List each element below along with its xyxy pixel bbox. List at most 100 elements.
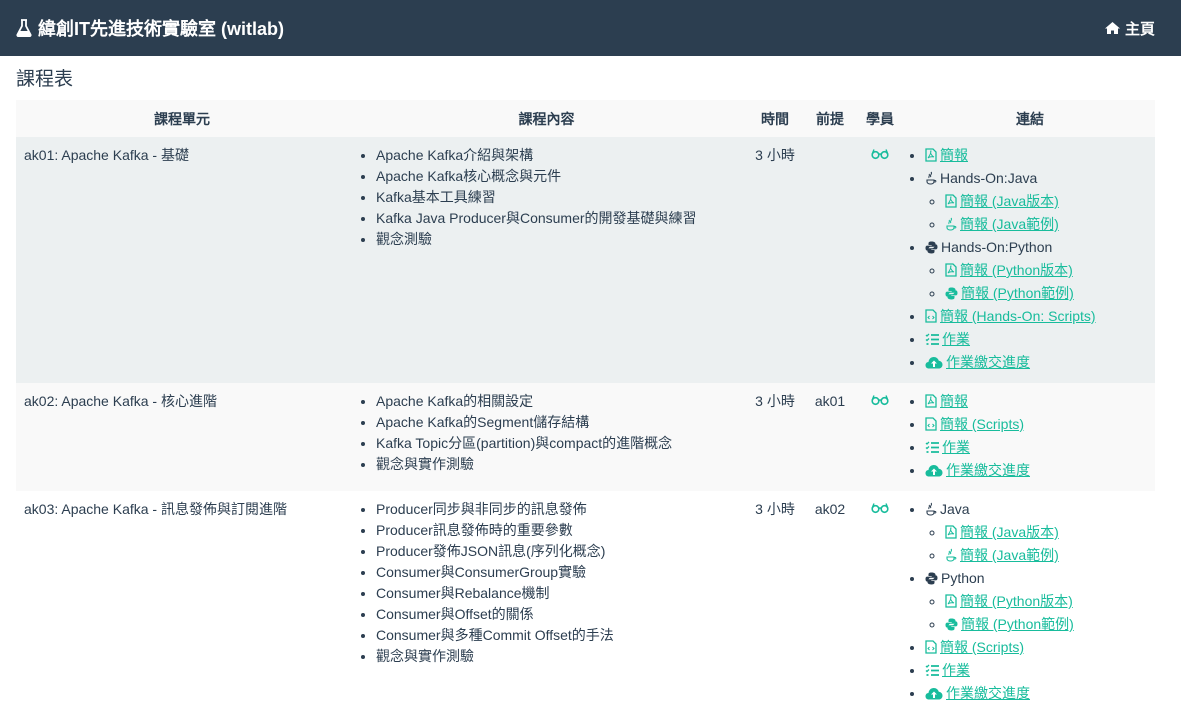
sub-link-item[interactable]: 簡報 (Java版本): [945, 191, 1147, 214]
main-content: 課程表 課程單元 課程內容 時間 前提 學員 連結 ak01: Apache K…: [0, 68, 1181, 714]
link[interactable]: 簡報 (Python範例): [945, 616, 1074, 632]
java-icon: [945, 547, 957, 568]
list-item: 觀念與實作測驗: [376, 646, 737, 667]
link-text: 作業繳交進度: [946, 685, 1030, 701]
link-item[interactable]: 作業繳交進度: [925, 352, 1147, 375]
course-content-cell: Apache Kafka介紹與架構Apache Kafka核心概念與元件Kafk…: [348, 137, 745, 383]
link[interactable]: 作業繳交進度: [925, 462, 1030, 478]
link-item[interactable]: 作業: [925, 660, 1147, 683]
link-group-label: Python: [941, 570, 985, 586]
link[interactable]: 簡報 (Java版本): [945, 193, 1059, 209]
link-item: Java 簡報 (Java版本) 簡報 (Java範例): [925, 499, 1147, 568]
link[interactable]: 簡報 (Python版本): [945, 593, 1073, 609]
link-item[interactable]: 簡報 (Scripts): [925, 414, 1147, 437]
pdf-icon: [925, 147, 937, 168]
link-text: 作業: [942, 439, 970, 455]
java-icon: [925, 501, 937, 522]
table-row: ak02: Apache Kafka - 核心進階 Apache Kafka的相關…: [16, 383, 1155, 491]
link-text: 簡報 (Python範例): [961, 616, 1074, 632]
list-item: 觀念與實作測驗: [376, 454, 737, 475]
home-link[interactable]: 主頁: [1104, 18, 1155, 39]
link-text: 簡報 (Java範例): [960, 547, 1059, 563]
link-text: 簡報 (Hands-On: Scripts): [940, 308, 1096, 324]
tasks-icon: [925, 439, 939, 460]
table-row: ak03: Apache Kafka - 訊息發佈與訂閱進階 Producer同步…: [16, 491, 1155, 714]
sub-links-list: 簡報 (Java版本) 簡報 (Java範例): [925, 522, 1147, 568]
link-text: 簡報 (Python版本): [960, 593, 1073, 609]
sub-link-item[interactable]: 簡報 (Java範例): [945, 545, 1147, 568]
link-item[interactable]: 簡報 (Scripts): [925, 637, 1147, 660]
flask-icon: [16, 19, 32, 37]
link[interactable]: 簡報: [925, 393, 968, 409]
cloud-upload-icon: [925, 354, 943, 375]
link[interactable]: 簡報 (Scripts): [925, 416, 1024, 432]
brand-link[interactable]: 緯創IT先進技術實驗室 (witlab): [16, 15, 284, 41]
sub-link-item[interactable]: 簡報 (Java版本): [945, 522, 1147, 545]
link[interactable]: 作業繳交進度: [925, 685, 1030, 701]
link[interactable]: 作業繳交進度: [925, 354, 1030, 370]
java-icon: [925, 170, 937, 191]
link[interactable]: 簡報 (Java版本): [945, 524, 1059, 540]
link-item: Hands-On:Java 簡報 (Java版本) 簡報 (Java範例): [925, 168, 1147, 237]
header-prereq: 前提: [816, 110, 844, 127]
sub-links-list: 簡報 (Java版本) 簡報 (Java範例): [925, 191, 1147, 237]
course-prereq: ak01: [814, 393, 846, 409]
content-list: Apache Kafka的相關設定Apache Kafka的Segment儲存結…: [356, 391, 737, 475]
glasses-icon[interactable]: [871, 501, 889, 517]
page-title: 課程表: [16, 69, 74, 90]
list-item: Producer同步與非同步的訊息發佈: [376, 499, 737, 520]
pdf-icon: [945, 524, 957, 545]
link[interactable]: 簡報 (Hands-On: Scripts): [925, 308, 1096, 324]
glasses-icon[interactable]: [871, 393, 889, 409]
link-item[interactable]: 簡報 (Hands-On: Scripts): [925, 306, 1147, 329]
links-list: 簡報 Hands-On:Java 簡報 (Java版本) 簡報 (Java範例)Han…: [905, 145, 1147, 375]
sub-link-item[interactable]: 簡報 (Python版本): [945, 591, 1147, 614]
navbar: 緯創IT先進技術實驗室 (witlab) 主頁: [0, 0, 1181, 56]
link[interactable]: 作業: [925, 439, 970, 455]
content-list: Producer同步與非同步的訊息發佈Producer訊息發佈時的重要參數Pro…: [356, 499, 737, 667]
list-item: Apache Kafka的相關設定: [376, 391, 737, 412]
list-item: Kafka基本工具練習: [376, 187, 737, 208]
student-cell: [855, 137, 905, 383]
course-unit-cell: ak01: Apache Kafka - 基礎: [16, 137, 348, 383]
list-item: Consumer與ConsumerGroup實驗: [376, 562, 737, 583]
link[interactable]: 簡報 (Python範例): [945, 285, 1074, 301]
link-item[interactable]: 作業: [925, 329, 1147, 352]
link-item[interactable]: 作業: [925, 437, 1147, 460]
course-time: 3 小時: [755, 147, 795, 163]
link-text: 作業: [942, 331, 970, 347]
sub-link-item[interactable]: 簡報 (Python範例): [945, 614, 1147, 637]
link-item[interactable]: 簡報: [925, 145, 1147, 168]
list-item: Consumer與Offset的關係: [376, 604, 737, 625]
link[interactable]: 簡報 (Scripts): [925, 639, 1024, 655]
course-unit-cell: ak02: Apache Kafka - 核心進階: [16, 383, 348, 491]
link[interactable]: 簡報: [925, 147, 968, 163]
link[interactable]: 作業: [925, 662, 970, 678]
link-item[interactable]: 作業繳交進度: [925, 683, 1147, 706]
link[interactable]: 簡報 (Python版本): [945, 262, 1073, 278]
link-item[interactable]: 作業繳交進度: [925, 460, 1147, 483]
course-content-cell: Apache Kafka的相關設定Apache Kafka的Segment儲存結…: [348, 383, 745, 491]
link[interactable]: 簡報 (Java範例): [945, 547, 1059, 563]
list-item: Consumer與Rebalance機制: [376, 583, 737, 604]
pdf-icon: [945, 193, 957, 214]
sub-link-item[interactable]: 簡報 (Java範例): [945, 214, 1147, 237]
code-file-icon: [925, 639, 937, 660]
list-item: Producer發佈JSON訊息(序列化概念): [376, 541, 737, 562]
sub-link-item[interactable]: 簡報 (Python版本): [945, 260, 1147, 283]
link[interactable]: 簡報 (Java範例): [945, 216, 1059, 232]
link[interactable]: 作業: [925, 331, 970, 347]
course-table: 課程單元 課程內容 時間 前提 學員 連結 ak01: Apache Kafka…: [16, 100, 1155, 714]
header-student: 學員: [866, 110, 894, 127]
course-unit: ak03: Apache Kafka - 訊息發佈與訂閱進階: [24, 501, 287, 517]
link-text: 作業: [942, 662, 970, 678]
glasses-icon[interactable]: [871, 147, 889, 163]
cloud-upload-icon: [925, 685, 943, 706]
link-item[interactable]: 簡報: [925, 391, 1147, 414]
link-group-label: Hands-On:Java: [940, 170, 1038, 186]
sub-links-list: 簡報 (Python版本) 簡報 (Python範例): [925, 591, 1147, 637]
code-file-icon: [925, 416, 937, 437]
sub-link-item[interactable]: 簡報 (Python範例): [945, 283, 1147, 306]
code-file-icon: [925, 308, 937, 329]
tasks-icon: [925, 662, 939, 683]
